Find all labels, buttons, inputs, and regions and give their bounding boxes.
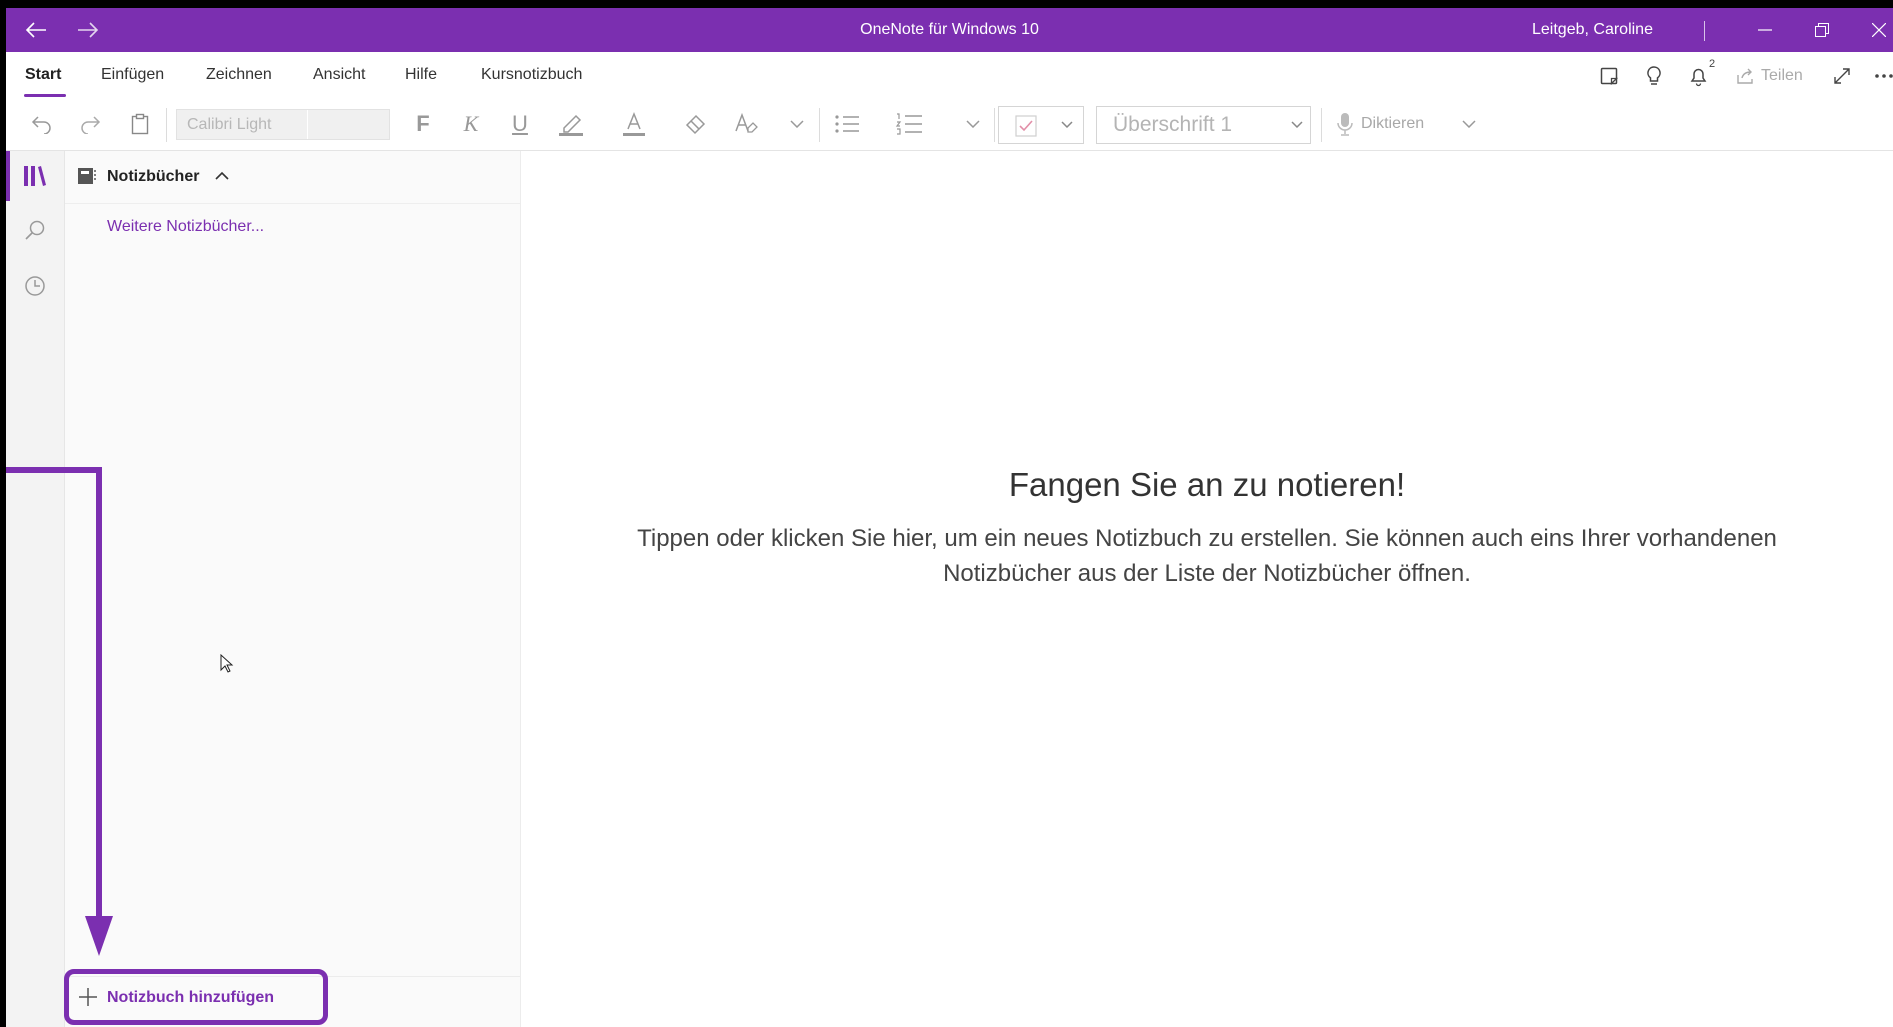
close-icon[interactable] (1865, 16, 1893, 44)
font-name-value: Calibri Light (187, 116, 272, 133)
more-options-icon[interactable] (1870, 62, 1893, 90)
formatting-toolbar: Calibri Light F K U Überschrift 1 Diktie… (6, 98, 1893, 151)
bold-button[interactable]: F (406, 108, 440, 140)
lightbulb-icon[interactable] (1640, 62, 1668, 90)
tab-kursnotizbuch[interactable]: Kursnotizbuch (481, 52, 582, 98)
font-name-field[interactable]: Calibri Light (176, 109, 390, 140)
highlighter-icon[interactable] (554, 108, 588, 140)
dictate-button[interactable]: Diktieren (1361, 108, 1424, 140)
onenote-window: OneNote für Windows 10 Leitgeb, Caroline… (6, 8, 1893, 1027)
tab-einfuegen[interactable]: Einfügen (101, 52, 164, 98)
paragraph-style-dropdown[interactable]: Überschrift 1 (1096, 106, 1311, 144)
notebook-view-icon[interactable] (1595, 62, 1623, 90)
recent-clock-icon[interactable] (20, 271, 50, 301)
microphone-icon[interactable] (1328, 108, 1362, 140)
notebook-panel-header[interactable]: Notizbücher (65, 151, 520, 204)
fullscreen-icon[interactable] (1828, 62, 1856, 90)
search-icon[interactable] (20, 215, 50, 245)
empty-state-text: Tippen oder klicken Sie hier, um ein neu… (637, 525, 1777, 587)
notebook-panel-title: Notizbücher (107, 168, 200, 185)
empty-state-heading: Fangen Sie an zu notieren! (1008, 466, 1406, 503)
undo-icon[interactable] (24, 108, 58, 140)
annotation-arrow-horizontal (6, 467, 102, 473)
clipboard-icon[interactable] (123, 108, 157, 140)
more-notebooks-link[interactable]: Weitere Notizbücher... (107, 211, 264, 243)
annotation-arrow-head (85, 916, 113, 956)
clear-formatting-icon[interactable] (729, 108, 763, 140)
chevron-up-icon[interactable] (215, 171, 229, 181)
share-icon[interactable] (1734, 62, 1758, 90)
checkbox-tag-icon (1015, 115, 1037, 137)
active-tab-indicator (24, 94, 66, 97)
chevron-down-icon[interactable] (1452, 108, 1486, 140)
italic-button[interactable]: K (454, 108, 488, 140)
plus-icon (77, 986, 99, 1008)
toolbar-separator (166, 108, 167, 142)
underline-button[interactable]: U (503, 108, 537, 140)
forward-arrow-icon[interactable] (74, 16, 102, 44)
restore-icon[interactable] (1808, 16, 1836, 44)
font-size-divider (307, 110, 308, 139)
user-name[interactable]: Leitgeb, Caroline (1532, 8, 1653, 52)
notebooks-icon[interactable] (20, 161, 50, 191)
tag-dropdown[interactable] (998, 106, 1084, 144)
tab-zeichnen[interactable]: Zeichnen (206, 52, 272, 98)
toolbar-separator (994, 108, 995, 142)
add-notebook-label: Notizbuch hinzufügen (107, 989, 275, 1006)
annotation-arrow-vertical (96, 467, 102, 922)
font-color-icon[interactable] (617, 108, 651, 140)
share-label[interactable]: Teilen (1761, 60, 1803, 92)
title-separator (1704, 21, 1705, 41)
notebook-icon (77, 167, 97, 185)
tab-start[interactable]: Start (25, 52, 61, 98)
title-bar: OneNote für Windows 10 Leitgeb, Caroline (6, 8, 1893, 52)
navigation-rail (6, 151, 65, 1027)
numbered-list-icon[interactable] (892, 108, 926, 140)
chevron-down-icon (1061, 121, 1073, 129)
toolbar-separator (1321, 108, 1322, 142)
notebook-panel: Notizbücher Weitere Notizbücher... (65, 151, 521, 1027)
bell-icon[interactable]: 2 (1685, 58, 1715, 90)
mouse-cursor-icon (220, 654, 234, 674)
redo-icon[interactable] (74, 108, 108, 140)
back-arrow-icon[interactable] (22, 16, 50, 44)
bullet-list-icon[interactable] (830, 108, 864, 140)
chevron-down-icon (1291, 121, 1303, 129)
page-canvas[interactable]: Fangen Sie an zu notieren! Tippen oder k… (521, 151, 1893, 1027)
notification-count: 2 (1709, 58, 1716, 70)
chevron-down-icon[interactable] (956, 108, 990, 140)
format-painter-icon[interactable] (679, 108, 713, 140)
chevron-down-icon[interactable] (780, 108, 814, 140)
tab-hilfe[interactable]: Hilfe (405, 52, 437, 98)
style-value: Überschrift 1 (1113, 113, 1233, 136)
minimize-icon[interactable] (1751, 16, 1779, 44)
rail-active-indicator (6, 151, 10, 201)
tab-ansicht[interactable]: Ansicht (313, 52, 365, 98)
toolbar-separator (819, 108, 820, 142)
add-notebook-button[interactable]: Notizbuch hinzufügen (64, 969, 328, 1025)
